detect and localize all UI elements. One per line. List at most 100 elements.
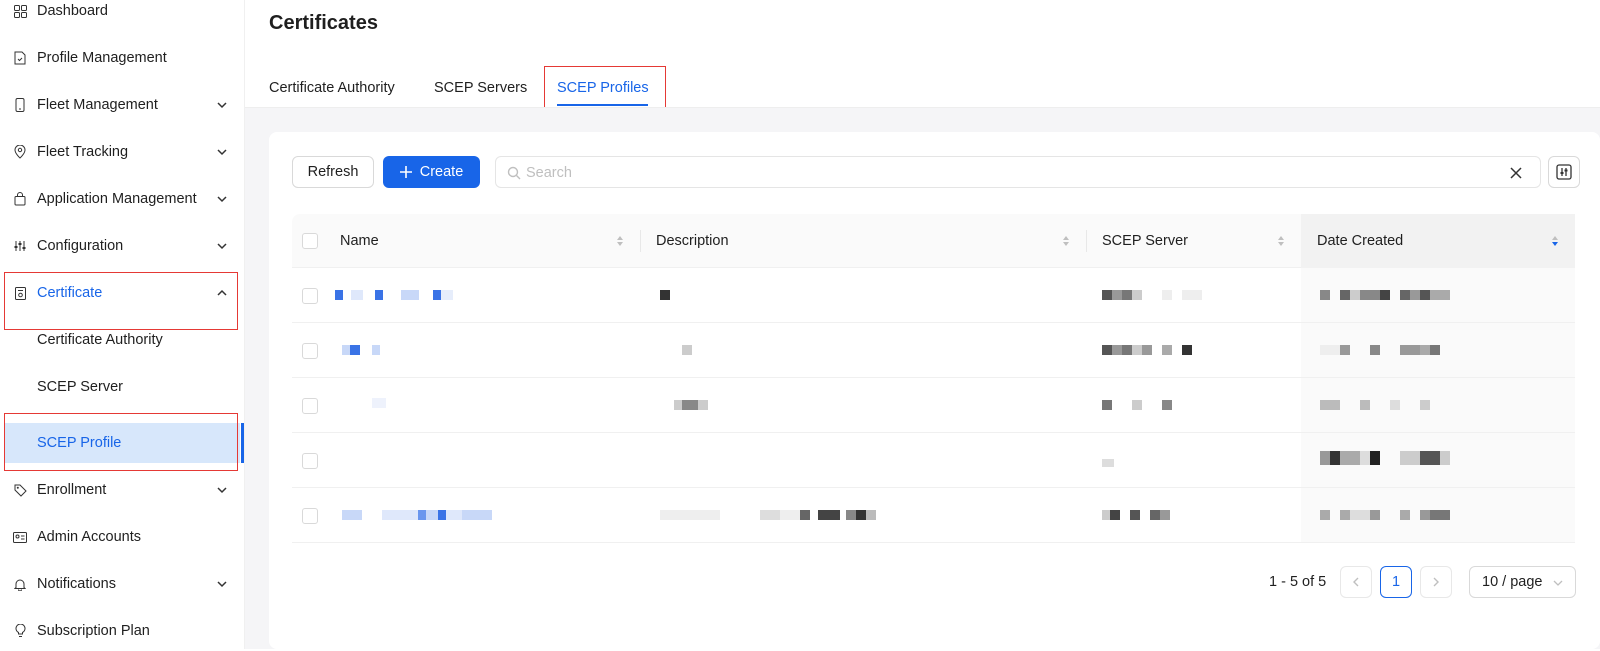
sort-icon[interactable] [616, 233, 624, 249]
search-icon [507, 166, 521, 180]
location-pin-icon [13, 145, 27, 159]
chevron-down-icon [217, 487, 227, 494]
column-header-description[interactable]: Description [640, 214, 1086, 268]
sort-icon[interactable] [1551, 233, 1559, 249]
row-checkbox[interactable] [302, 398, 318, 414]
page-1-button[interactable]: 1 [1380, 566, 1412, 598]
sidebar-item-scep-profile[interactable]: SCEP Profile [4, 423, 240, 463]
sidebar-item-label: Application Management [37, 191, 197, 207]
redacted-date [1320, 451, 1455, 465]
file-icon [13, 51, 27, 65]
sidebar-item-fleet-management[interactable]: Fleet Management [0, 85, 240, 125]
tab-active-indicator [557, 104, 648, 106]
table-row[interactable] [292, 378, 1575, 433]
page-title: Certificates [269, 12, 378, 34]
sidebar-item-label: Notifications [37, 576, 116, 592]
shopping-bag-icon [13, 192, 27, 206]
redacted-name [372, 398, 386, 408]
chevron-right-icon [1433, 577, 1439, 587]
sidebar-item-dashboard[interactable]: Dashboard [0, 0, 240, 31]
close-icon[interactable] [1509, 166, 1523, 180]
sidebar-item-admin-accounts[interactable]: Admin Accounts [0, 517, 240, 557]
sidebar-item-label: SCEP Profile [37, 435, 122, 451]
table-row[interactable] [292, 268, 1575, 323]
row-checkbox[interactable] [302, 288, 318, 304]
table-row[interactable] [292, 433, 1575, 488]
column-settings-button[interactable] [1548, 156, 1580, 188]
sort-icon[interactable] [1062, 233, 1070, 249]
chevron-down-icon [217, 243, 227, 250]
redacted-name [335, 290, 455, 300]
search-box [495, 156, 1541, 188]
refresh-button[interactable]: Refresh [292, 156, 374, 188]
chevron-down-icon [217, 196, 227, 203]
tab-bar: Certificate Authority SCEP Servers SCEP … [245, 66, 1600, 108]
next-page-button[interactable] [1420, 566, 1452, 598]
redacted-description [662, 400, 712, 410]
sidebar-item-label: Subscription Plan [37, 623, 150, 639]
sidebar-item-notifications[interactable]: Notifications [0, 564, 240, 604]
sidebar-item-label: Enrollment [37, 482, 107, 498]
row-checkbox[interactable] [302, 508, 318, 524]
page-size-value: 10 / page [1482, 574, 1543, 590]
redacted-date [1320, 510, 1460, 520]
redacted-scep-server [1102, 400, 1182, 410]
create-button[interactable]: Create [383, 156, 480, 188]
sidebar-item-subscription-plan[interactable]: Subscription Plan [0, 611, 240, 651]
redacted-date [1320, 345, 1460, 355]
sidebar-item-certificate-authority[interactable]: Certificate Authority [0, 320, 240, 360]
row-checkbox[interactable] [302, 343, 318, 359]
row-checkbox[interactable] [302, 453, 318, 469]
sidebar-item-configuration[interactable]: Configuration [0, 226, 240, 266]
page-size-select[interactable]: 10 / page [1469, 566, 1576, 598]
redacted-scep-server [1102, 290, 1212, 300]
sidebar-item-scep-server[interactable]: SCEP Server [0, 367, 240, 407]
sidebar-item-application-management[interactable]: Application Management [0, 179, 240, 219]
sidebar-item-label: SCEP Server [37, 379, 123, 395]
tag-icon [13, 483, 27, 497]
redacted-date [1320, 400, 1440, 410]
redacted-name [342, 510, 517, 520]
sidebar-item-label: Configuration [37, 238, 124, 254]
table-header: Name Description SCEP Server Date Create… [292, 214, 1575, 268]
create-button-label: Create [419, 164, 464, 180]
redacted-description [660, 510, 910, 520]
sort-icon[interactable] [1277, 233, 1285, 249]
chevron-left-icon [1353, 577, 1359, 587]
sidebar-item-profile-management[interactable]: Profile Management [0, 38, 240, 78]
table-row[interactable] [292, 488, 1575, 543]
prev-page-button[interactable] [1340, 566, 1372, 598]
redacted-date [1320, 290, 1465, 300]
column-settings-icon [1556, 164, 1572, 180]
sidebar-item-label: Admin Accounts [37, 529, 141, 545]
sidebar-item-label: Fleet Management [37, 97, 158, 113]
redacted-description [662, 345, 702, 355]
tab-scep-profiles[interactable]: SCEP Profiles [557, 80, 649, 96]
sidebar-item-label: Fleet Tracking [37, 144, 129, 160]
sidebar-item-fleet-tracking[interactable]: Fleet Tracking [0, 132, 240, 172]
column-header-scep-server[interactable]: SCEP Server [1086, 214, 1301, 268]
bulb-icon [13, 624, 27, 638]
tab-certificate-authority[interactable]: Certificate Authority [269, 80, 395, 96]
table-row[interactable] [292, 323, 1575, 378]
redacted-name [342, 345, 402, 355]
chevron-down-icon [217, 149, 227, 156]
column-header-name[interactable]: Name [292, 214, 640, 268]
redacted-scep-server [1102, 459, 1114, 467]
tab-scep-servers[interactable]: SCEP Servers [434, 80, 527, 96]
sidebar-item-certificate[interactable]: Certificate [0, 273, 240, 313]
chevron-down-icon [217, 102, 227, 109]
sidebar-item-label: Certificate Authority [37, 332, 163, 348]
sidebar-item-label: Dashboard [37, 3, 108, 19]
sidebar: Dashboard Profile Management Fleet Manag… [0, 0, 245, 649]
chevron-up-icon [217, 289, 227, 296]
column-header-date-created[interactable]: Date Created [1301, 214, 1575, 268]
search-input[interactable] [526, 161, 1476, 185]
certificate-icon [13, 286, 27, 300]
selected-indicator [241, 423, 244, 463]
chevron-down-icon [1553, 580, 1563, 586]
redacted-description [660, 290, 670, 300]
redacted-scep-server [1102, 345, 1212, 355]
phone-icon [13, 98, 27, 112]
sidebar-item-enrollment[interactable]: Enrollment [0, 470, 240, 510]
